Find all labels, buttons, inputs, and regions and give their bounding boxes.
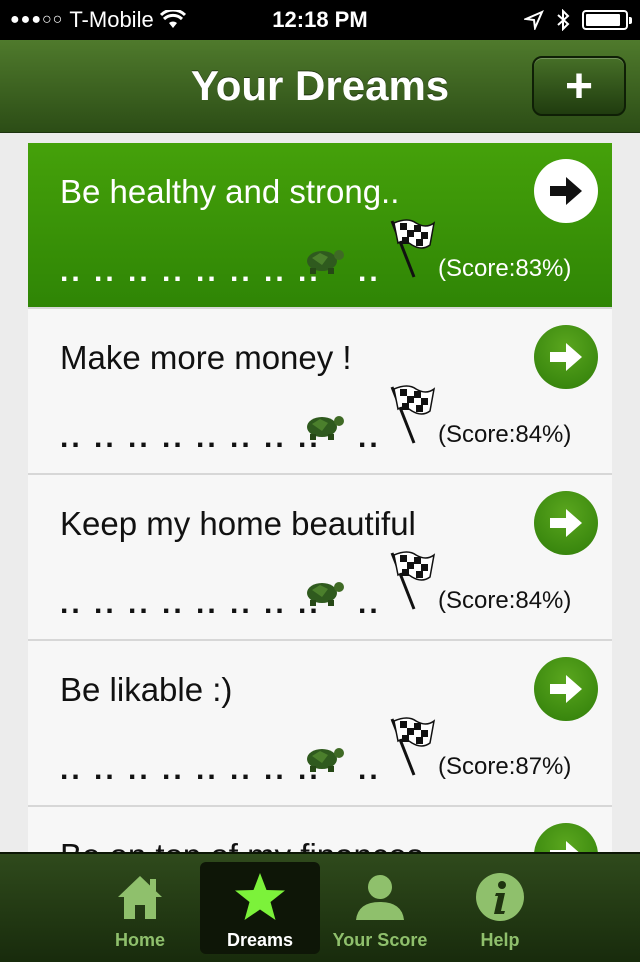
tab-dreams[interactable]: Dreams <box>200 862 320 954</box>
dream-row[interactable]: Be on top of my finances <box>28 807 612 852</box>
dream-score: (Score:83%) <box>438 255 572 282</box>
checkered-flag-icon <box>390 717 436 776</box>
arrow-right-icon <box>550 841 579 852</box>
trail-dots: .. <box>358 587 381 620</box>
trail-dots: .. <box>358 421 381 454</box>
dream-row[interactable]: Be likable :) .. .. .. .. .. .. .. .. ..… <box>28 641 612 807</box>
arrow-right-icon <box>550 509 582 537</box>
tab-your-score[interactable]: Your Score <box>320 862 440 954</box>
arrow-right-icon <box>550 675 582 703</box>
tab-home[interactable]: Home <box>80 862 200 954</box>
dreams-list-area[interactable]: Be healthy and strong.. .. .. .. .. .. .… <box>0 133 640 852</box>
dreams-list: Be healthy and strong.. .. .. .. .. .. .… <box>28 143 612 852</box>
dream-title: Be healthy and strong.. <box>60 173 400 210</box>
person-icon <box>356 875 404 920</box>
dream-title: Be likable :) <box>60 671 233 708</box>
turtle-icon <box>307 582 344 606</box>
tab-bar: Home Dreams Your Score Help <box>0 852 640 962</box>
bluetooth-icon <box>557 9 570 31</box>
dream-row[interactable]: Keep my home beautiful .. .. .. .. .. ..… <box>28 475 612 641</box>
add-dream-button[interactable]: + <box>532 56 626 116</box>
arrow-right-icon <box>550 343 582 371</box>
trail-dots: .. <box>358 255 381 288</box>
dream-score: (Score:84%) <box>438 421 572 448</box>
dream-row[interactable]: Make more money ! .. .. .. .. .. .. .. .… <box>28 309 612 475</box>
turtle-icon <box>307 250 344 274</box>
go-arrow-button[interactable] <box>534 325 598 389</box>
progress-dots: .. .. .. .. .. .. .. .. <box>60 421 321 454</box>
go-arrow-button[interactable] <box>534 491 598 555</box>
tab-label: Help <box>480 930 520 950</box>
dream-title: Make more money ! <box>60 339 352 376</box>
checkered-flag-icon <box>390 219 436 278</box>
turtle-icon <box>307 748 344 772</box>
info-icon <box>476 873 524 921</box>
dream-title: Be on top of my finances <box>60 837 423 852</box>
checkered-flag-icon <box>390 385 436 444</box>
turtle-icon <box>307 416 344 440</box>
tab-label: Home <box>114 930 165 950</box>
go-arrow-button[interactable] <box>534 159 598 223</box>
status-bar: ●●●○○ T-Mobile 12:18 PM <box>0 0 640 40</box>
tab-label: Dreams <box>226 930 294 950</box>
dream-title: Keep my home beautiful <box>60 505 416 542</box>
battery-icon <box>582 10 632 30</box>
navigation-bar: Your Dreams + <box>0 40 640 133</box>
progress-dots: .. .. .. .. .. .. .. .. <box>60 753 321 786</box>
star-icon <box>235 873 285 920</box>
arrow-right-icon <box>550 177 582 205</box>
dream-row[interactable]: Be healthy and strong.. .. .. .. .. .. .… <box>28 143 612 309</box>
status-icons <box>524 9 632 31</box>
tab-help[interactable]: Help <box>440 862 560 954</box>
tab-label: Your Score <box>332 930 428 950</box>
trail-dots: .. <box>358 753 381 786</box>
checkered-flag-icon <box>390 551 436 610</box>
home-icon <box>118 876 162 919</box>
go-arrow-button[interactable] <box>534 657 598 721</box>
dream-score: (Score:84%) <box>438 587 572 614</box>
dream-score: (Score:87%) <box>438 753 572 780</box>
progress-dots: .. .. .. .. .. .. .. .. <box>60 587 321 620</box>
progress-dots: .. .. .. .. .. .. .. .. <box>60 255 321 288</box>
go-arrow-button[interactable] <box>534 823 598 852</box>
location-icon <box>524 10 544 30</box>
